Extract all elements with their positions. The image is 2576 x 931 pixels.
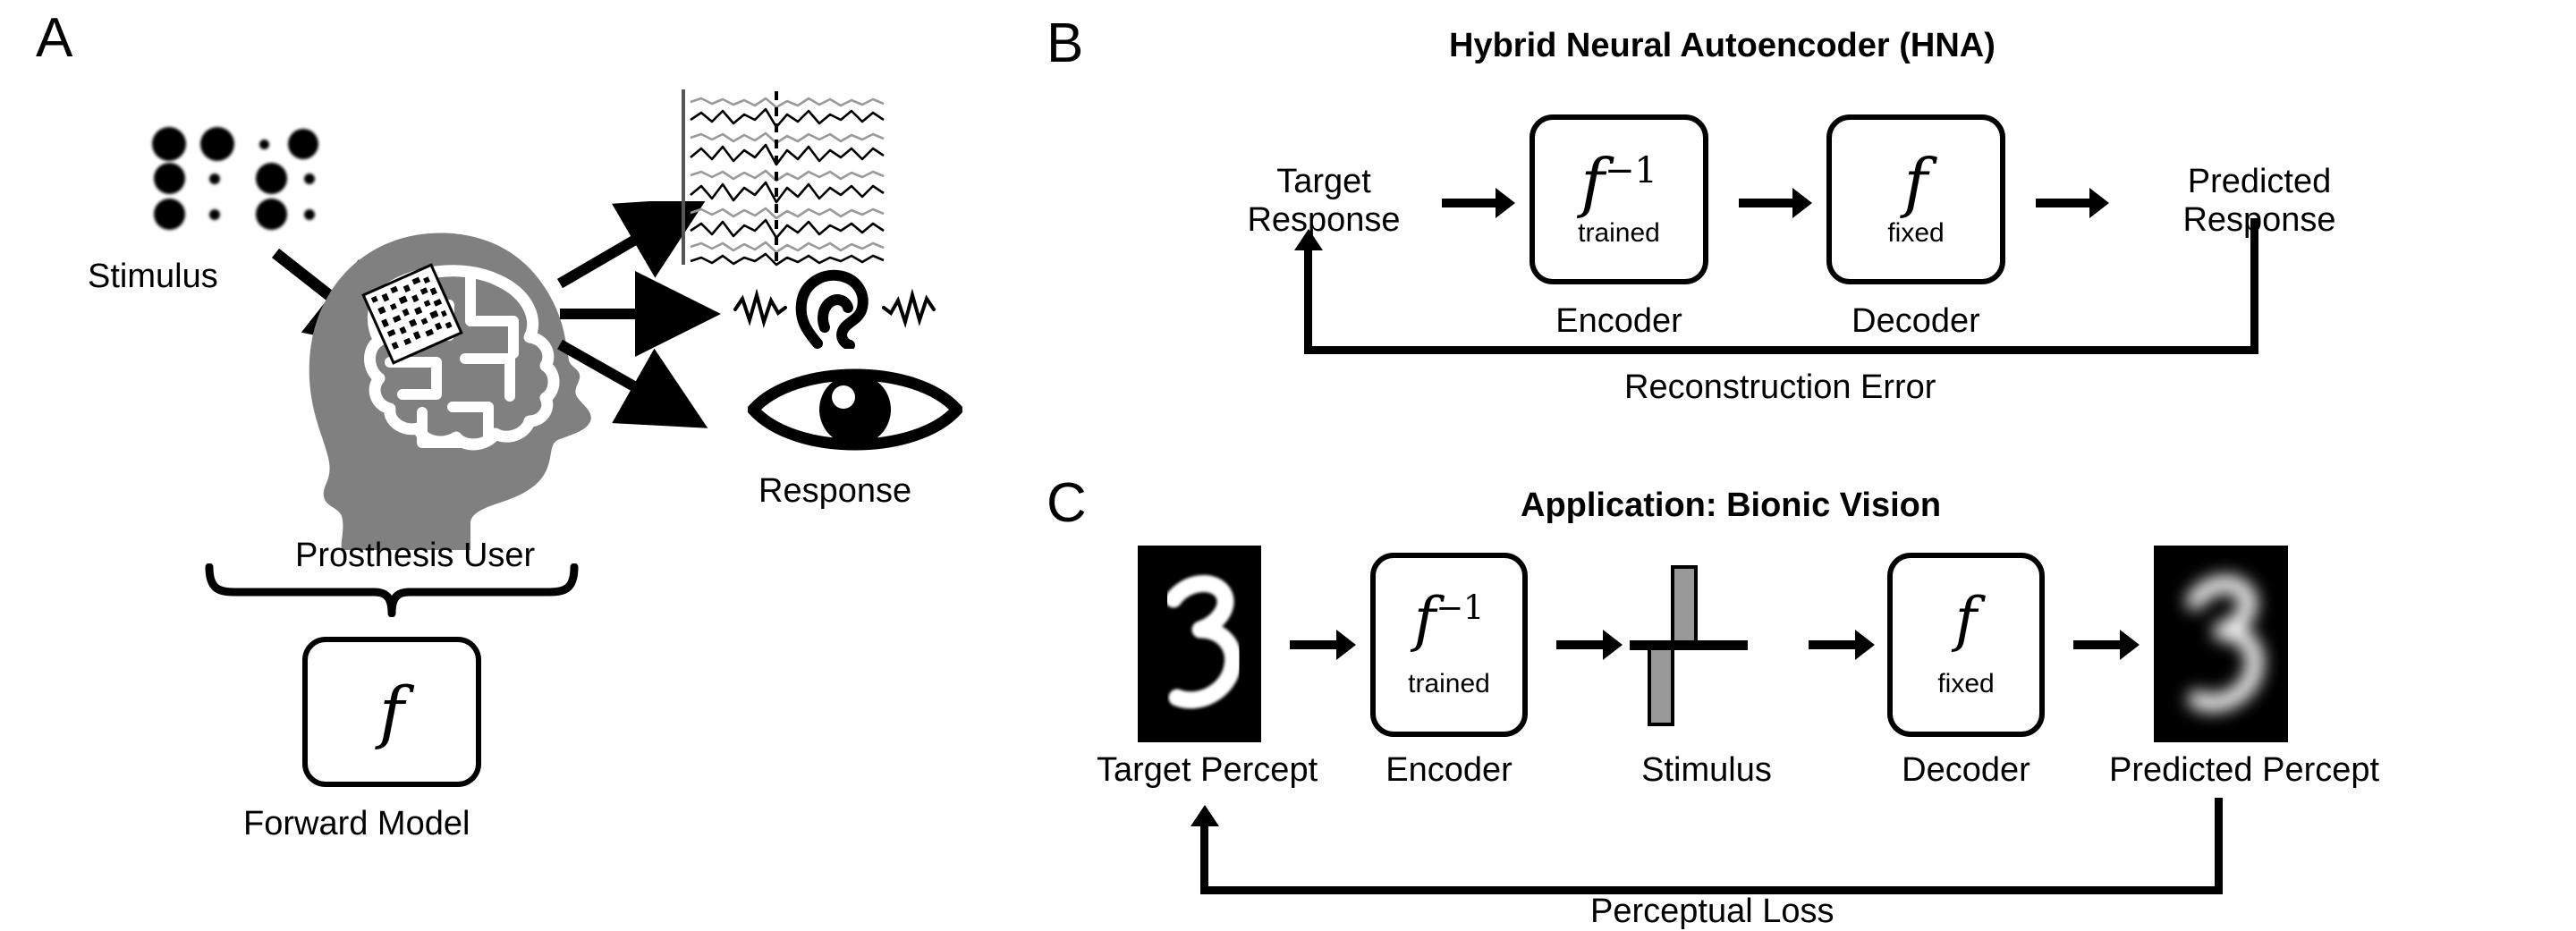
- panel-c: C Application: Bionic Vision Target Perc…: [1038, 447, 2576, 931]
- panel-b-title: Hybrid Neural Autoencoder (HNA): [1449, 27, 1996, 64]
- forward-model-box[interactable]: f: [302, 637, 481, 787]
- response-label: Response: [758, 472, 912, 510]
- mnist-digit-image: [1138, 546, 1261, 742]
- panel-a-letter: A: [36, 7, 73, 69]
- decoder-symbol-c: f: [1954, 585, 1978, 654]
- arrow-encoder-to-stimulus-c: [1556, 640, 1605, 649]
- predicted-response-line1: Predicted: [2187, 163, 2332, 200]
- encoder-exponent: −1: [1605, 149, 1657, 191]
- neural-traces-icon: [680, 88, 894, 267]
- target-response-line1: Target: [1276, 163, 1371, 200]
- encoder-symbol-c: f−1: [1413, 585, 1485, 654]
- panel-b-letter: B: [1046, 13, 1084, 74]
- decoder-state-label-c: fixed: [1937, 669, 1995, 698]
- perceptual-loss-label: Perceptual Loss: [1590, 893, 1835, 930]
- phosphene-dot-grid-icon: [150, 125, 318, 230]
- panel-b: B Hybrid Neural Autoencoder (HNA) Target…: [1038, 0, 2576, 447]
- encoder-box-c[interactable]: f−1 trained: [1370, 553, 1528, 737]
- arrow-encoder-to-decoder: [1739, 199, 1794, 207]
- encoder-state-label-c: trained: [1408, 669, 1490, 698]
- decoder-symbol: f: [1903, 145, 1928, 220]
- encoder-symbol: f−1: [1580, 145, 1657, 220]
- arrow-stimulus-to-decoder-c: [1809, 640, 1857, 649]
- biphasic-pulse-icon: [1630, 556, 1782, 735]
- reconstruction-error-label: Reconstruction Error: [1624, 368, 1936, 406]
- panel-c-title: Application: Bionic Vision: [1521, 487, 1942, 524]
- stimulus-caption-c: Stimulus: [1641, 751, 1772, 789]
- forward-model-symbol: f: [378, 672, 405, 751]
- stimulus-label: Stimulus: [88, 258, 218, 295]
- encoder-exponent-c: −1: [1436, 588, 1485, 627]
- predicted-percept-caption: Predicted Percept: [2109, 751, 2380, 789]
- panel-a: A Stimulus Prosthesis User Response f Fo…: [0, 0, 1038, 918]
- blurred-digit-image: [2154, 546, 2288, 742]
- ear-icon: [732, 268, 937, 351]
- arrow-target-to-encoder-c: [1290, 640, 1338, 649]
- arrow-decoder-to-predicted: [2036, 199, 2091, 207]
- panel-c-letter: C: [1046, 472, 1087, 534]
- encoder-caption-c: Encoder: [1385, 751, 1513, 789]
- target-percept-caption: Target Percept: [1097, 751, 1318, 789]
- arrow-to-recording: [556, 201, 708, 289]
- reconstruction-feedback-path: [1294, 218, 2290, 361]
- decoder-box-c[interactable]: f fixed: [1887, 553, 2045, 737]
- eye-icon: [745, 358, 965, 461]
- decoder-caption-c: Decoder: [1902, 751, 2030, 789]
- curly-brace-icon: [204, 563, 580, 618]
- arrow-decoder-to-predicted-c: [2073, 640, 2122, 649]
- arrow-target-to-encoder: [1442, 199, 1497, 207]
- arrow-to-eye: [557, 339, 708, 428]
- forward-model-label: Forward Model: [243, 805, 470, 842]
